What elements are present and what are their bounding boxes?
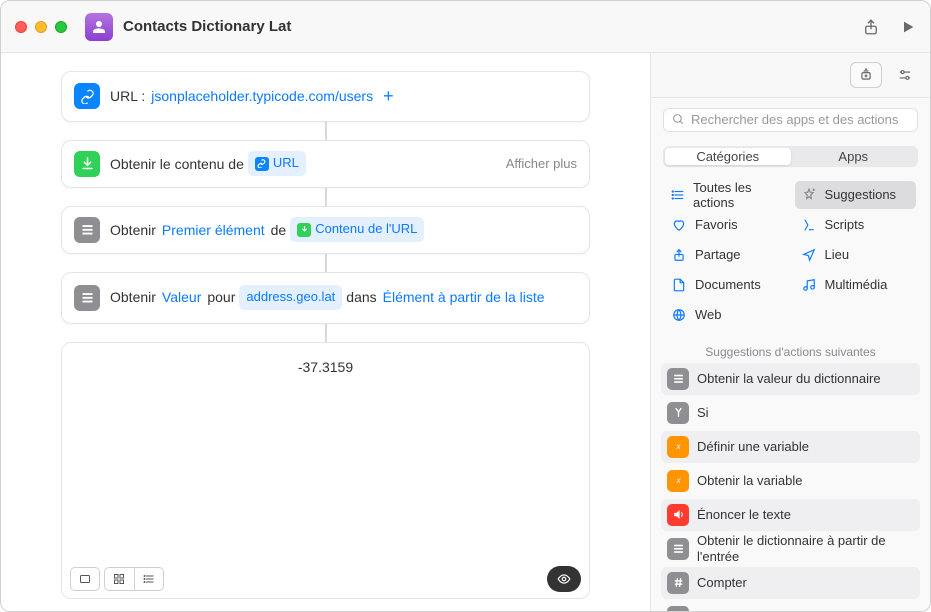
- keypath-token[interactable]: address.geo.lat: [239, 285, 342, 310]
- titlebar: Contacts Dictionary Lat: [1, 1, 930, 53]
- list-icon: [74, 217, 100, 243]
- add-url-button[interactable]: +: [383, 82, 394, 111]
- library-button[interactable]: [850, 62, 882, 88]
- action-label: URL :: [110, 85, 145, 107]
- svg-text:x: x: [675, 476, 681, 485]
- zoom-window-button[interactable]: [55, 21, 67, 33]
- actions-sidebar: Rechercher des apps et des actions Catég…: [650, 53, 930, 611]
- download-icon: [74, 151, 100, 177]
- close-window-button[interactable]: [15, 21, 27, 33]
- action-label: Obtenir le contenu de: [110, 153, 244, 175]
- svg-text:x: x: [675, 442, 681, 451]
- branch-icon: [667, 402, 689, 424]
- search-input[interactable]: Rechercher des apps et des actions: [663, 108, 918, 132]
- window-title: Contacts Dictionary Lat: [123, 18, 291, 35]
- suggestion-item[interactable]: xObtenir la variable: [661, 465, 920, 497]
- cat-suggestions[interactable]: Suggestions: [795, 181, 917, 209]
- suggestion-item[interactable]: Obtenir la valeur du dictionnaire: [661, 363, 920, 395]
- result-value: -37.3159: [298, 359, 353, 375]
- suggestions-list: Obtenir la valeur du dictionnaire Si xDé…: [651, 363, 930, 611]
- action-label: Obtenir: [110, 286, 156, 308]
- suggestion-item[interactable]: Obtenir le dictionnaire à partir de l'en…: [661, 533, 920, 565]
- speaker-icon: [667, 504, 689, 526]
- list-icon: [74, 285, 100, 311]
- cat-all-actions[interactable]: Toutes les actions: [665, 181, 787, 209]
- search-placeholder: Rechercher des apps et des actions: [691, 112, 898, 127]
- suggestion-item[interactable]: Répéter avec chacun: [661, 601, 920, 611]
- link-icon: [255, 157, 269, 171]
- minimize-window-button[interactable]: [35, 21, 47, 33]
- variable-icon: x: [667, 436, 689, 458]
- url-value[interactable]: jsonplaceholder.typicode.com/users: [149, 85, 375, 107]
- suggestions-header: Suggestions d'actions suivantes: [651, 339, 930, 363]
- quick-look-button[interactable]: [547, 566, 581, 592]
- grid-view-button[interactable]: [105, 568, 135, 590]
- action-get-value[interactable]: Obtenir Valeur pour address.geo.lat dans…: [61, 272, 590, 324]
- workflow-editor: URL : jsonplaceholder.typicode.com/users…: [1, 53, 650, 611]
- cat-sharing[interactable]: Partage: [665, 241, 787, 269]
- cat-favorites[interactable]: Favoris: [665, 211, 787, 239]
- view-mode-segmented[interactable]: [104, 567, 164, 591]
- suggestion-item[interactable]: Énoncer le texte: [661, 499, 920, 531]
- result-panel: -37.3159: [61, 342, 590, 599]
- action-first-item[interactable]: Obtenir Premier élément de Contenu de l'…: [61, 206, 590, 254]
- view-single-button[interactable]: [70, 567, 100, 591]
- dictionary-icon: [667, 538, 689, 560]
- tab-apps[interactable]: Apps: [791, 148, 917, 165]
- action-get-contents[interactable]: Obtenir le contenu de URL Afficher plus: [61, 140, 590, 188]
- dictionary-icon: [667, 368, 689, 390]
- tab-categories[interactable]: Catégories: [665, 148, 791, 165]
- cat-web[interactable]: Web: [665, 301, 787, 329]
- tab-segmented[interactable]: Catégories Apps: [663, 146, 918, 167]
- content-url-token[interactable]: Contenu de l'URL: [290, 217, 424, 242]
- suggestion-item[interactable]: Si: [661, 397, 920, 429]
- hash-icon: [667, 572, 689, 594]
- variable-icon: x: [667, 470, 689, 492]
- cat-media[interactable]: Multimédia: [795, 271, 917, 299]
- share-button[interactable]: [862, 17, 880, 37]
- category-grid: Toutes les actions Suggestions Favoris S…: [651, 177, 930, 339]
- link-icon: [74, 83, 100, 109]
- param-first[interactable]: Premier élément: [160, 219, 267, 241]
- cat-documents[interactable]: Documents: [665, 271, 787, 299]
- show-more-button[interactable]: Afficher plus: [506, 156, 577, 171]
- suggestion-item[interactable]: Compter: [661, 567, 920, 599]
- download-icon: [297, 223, 311, 237]
- cat-location[interactable]: Lieu: [795, 241, 917, 269]
- app-window: Contacts Dictionary Lat URL : jsonplaceh…: [0, 0, 931, 612]
- settings-button[interactable]: [896, 68, 914, 82]
- shortcut-app-icon: [85, 13, 113, 41]
- param-value[interactable]: Valeur: [160, 286, 203, 308]
- list-view-button[interactable]: [135, 568, 164, 590]
- cat-scripts[interactable]: Scripts: [795, 211, 917, 239]
- source-token[interactable]: Élément à partir de la liste: [381, 286, 547, 308]
- action-url[interactable]: URL : jsonplaceholder.typicode.com/users…: [61, 71, 590, 122]
- action-label: Obtenir: [110, 219, 156, 241]
- repeat-icon: [667, 606, 689, 611]
- url-token[interactable]: URL: [248, 151, 306, 176]
- window-controls: [15, 21, 67, 33]
- suggestion-item[interactable]: xDéfinir une variable: [661, 431, 920, 463]
- run-button[interactable]: [900, 18, 916, 36]
